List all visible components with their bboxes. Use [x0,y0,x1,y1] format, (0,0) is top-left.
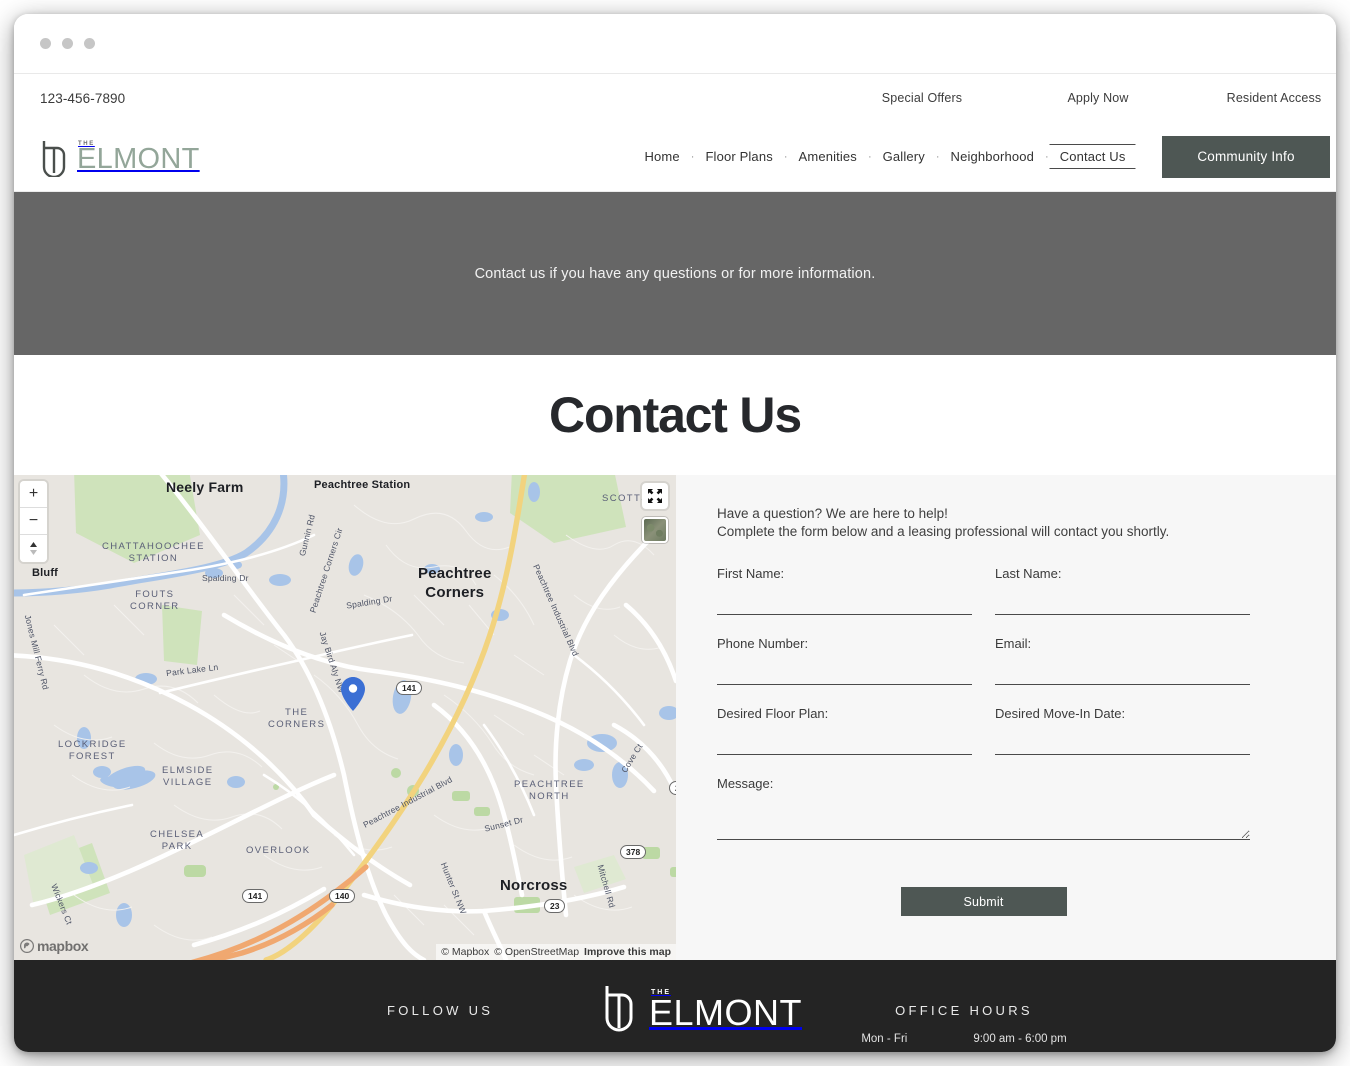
label-desired-floor-plan: Desired Floor Plan: [717,706,829,722]
utility-link-special-offers[interactable]: Special Offers [834,91,1010,105]
nav-item-amenities[interactable]: Amenities [789,144,867,169]
office-hours-heading: OFFICE HOURS [895,1003,1033,1018]
site-logo[interactable]: THE ELMONT [40,137,200,177]
main-header-bar: THE ELMONT Home · Floor Plans · Amenitie… [14,122,1336,192]
label-email: Email: [995,636,1032,652]
belmont-b-mark-icon [605,986,633,1032]
nav-item-contact-us[interactable]: Contact Us [1049,144,1136,169]
map-shield-378: 378 [620,845,647,859]
contact-form: First Name: Last Name: Phone Number: Ema… [717,566,1250,861]
desired-move-in-date-input[interactable] [995,742,1250,756]
attribution-openstreetmap-link[interactable]: © OpenStreetMap [494,946,579,958]
window-dot-1[interactable] [40,38,51,49]
field-message: Message: [717,776,1250,841]
submit-button[interactable]: Submit [900,887,1067,917]
map-shield-140: 140 [329,889,356,903]
phone-number-input[interactable] [717,672,972,686]
browser-titlebar [14,14,1336,74]
follow-us-heading: FOLLOW US [387,1003,494,1018]
nav-item-neighborhood[interactable]: Neighborhood [941,144,1044,169]
desired-floor-plan-input[interactable] [717,742,972,756]
form-intro-line-2: Complete the form below and a leasing pr… [717,524,1170,540]
map-shield-141-north: 141 [396,681,423,695]
field-desired-move-in-date: Desired Move-In Date: [995,706,1250,756]
label-last-name: Last Name: [995,566,1062,582]
map-shield-23-north: 23 [669,781,676,795]
site-footer: FOLLOW US THE ELMONT OFFICE HOURS Mon - … [14,960,1336,1052]
hero-banner: Contact us if you have any questions or … [14,192,1336,355]
label-message: Message: [717,776,774,792]
utility-link-apply-now[interactable]: Apply Now [1010,91,1186,105]
hero-text: Contact us if you have any questions or … [474,265,876,282]
email-input[interactable] [995,672,1250,686]
compass-icon [30,542,37,555]
window-dot-3[interactable] [84,38,95,49]
improve-this-map-link[interactable]: Improve this map [584,946,671,958]
footer-logo-wordmark: ELMONT [649,991,803,1033]
field-phone-number: Phone Number: [717,636,972,686]
map-controls: + − [20,481,47,562]
logo-wordmark: ELMONT [77,143,200,176]
field-desired-floor-plan: Desired Floor Plan: [717,706,972,756]
attribution-mapbox-link[interactable]: © Mapbox [441,946,489,958]
map-shield-23-south: 23 [544,899,566,913]
label-first-name: First Name: [717,566,785,582]
community-info-button[interactable]: Community Info [1162,135,1330,178]
form-intro-line-1: Have a question? We are here to help! [717,506,948,521]
map-satellite-layer-button[interactable] [642,517,668,543]
nav-item-home[interactable]: Home [634,144,689,169]
footer-logo[interactable]: THE ELMONT [602,982,802,1034]
map-zoom-out-button[interactable]: − [20,508,47,535]
label-phone-number: Phone Number: [717,636,809,652]
field-email: Email: [995,636,1250,686]
nav-item-floor-plans[interactable]: Floor Plans [695,144,782,169]
field-last-name: Last Name: [995,566,1250,616]
office-hours-block: OFFICE HOURS Mon - Fri 9:00 am - 6:00 pm [824,1003,1104,1045]
submit-row: Submit [717,887,1250,917]
page-title-section: Contact Us [14,355,1336,475]
label-desired-move-in-date: Desired Move-In Date: [995,706,1126,722]
map-shield-141-south: 141 [242,889,269,903]
office-hours-row: Mon - Fri 9:00 am - 6:00 pm [824,1033,1104,1045]
utility-nav: Special Offers Apply Now Resident Access [834,74,1336,122]
fullscreen-icon [648,489,662,503]
main-nav: Home · Floor Plans · Amenities · Gallery… [634,144,1136,169]
window-dot-2[interactable] [62,38,73,49]
message-textarea[interactable] [717,804,1250,841]
office-hours-days: Mon - Fri [861,1033,908,1045]
mapbox-wordmark: mapbox [37,938,89,954]
map-zoom-in-button[interactable]: + [20,481,47,508]
site-header: 123-456-7890 Special Offers Apply Now Re… [14,74,1336,192]
map-canvas[interactable] [14,475,676,960]
map-panel[interactable]: Neely Farm Peachtree Station SCOTTS CHAT… [14,475,676,960]
first-name-input[interactable] [717,602,972,616]
browser-window: 123-456-7890 Special Offers Apply Now Re… [14,14,1336,1052]
map-attribution: © Mapbox © OpenStreetMap Improve this ma… [436,944,676,960]
nav-item-gallery[interactable]: Gallery [873,144,935,169]
map-fullscreen-button[interactable] [642,483,668,509]
utility-bar: 123-456-7890 Special Offers Apply Now Re… [14,74,1336,122]
map-compass-button[interactable] [20,535,47,562]
belmont-b-mark-icon [42,140,66,177]
mapbox-circle-icon [20,939,34,953]
mapbox-logo[interactable]: mapbox [20,938,89,954]
contact-section: Neely Farm Peachtree Station SCOTTS CHAT… [14,475,1336,960]
office-hours-time: 9:00 am - 6:00 pm [973,1033,1067,1045]
page-title: Contact Us [549,387,802,443]
last-name-input[interactable] [995,602,1250,616]
field-first-name: First Name: [717,566,972,616]
phone-link[interactable]: 123-456-7890 [40,91,125,106]
map-location-marker-icon[interactable] [341,677,365,711]
utility-link-resident-access[interactable]: Resident Access [1186,91,1336,105]
contact-form-panel: Have a question? We are here to help! Co… [676,475,1336,960]
